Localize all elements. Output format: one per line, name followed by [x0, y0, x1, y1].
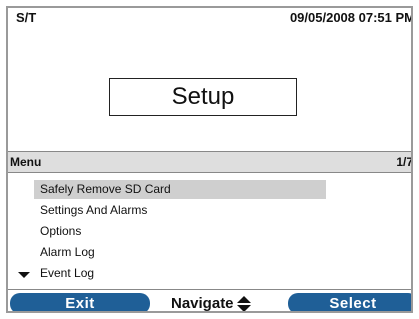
menu-label: Menu	[10, 155, 42, 169]
menu-item-event-log[interactable]: Event Log	[34, 264, 326, 283]
select-button[interactable]: Select	[288, 293, 411, 311]
menu-header: Menu 1/7	[8, 151, 411, 173]
device-screen: S/T 09/05/2008 07:51 PM Setup Menu 1/7 S…	[6, 6, 413, 313]
navigate-label: Navigate	[171, 295, 234, 312]
screen-title: Setup	[109, 78, 297, 116]
softkey-bar: Exit Navigate Select	[8, 289, 411, 312]
datetime-display: 09/05/2008 07:51 PM	[289, 10, 413, 25]
menu-item-safely-remove-sd-card[interactable]: Safely Remove SD Card	[34, 180, 326, 199]
menu-page-indicator: 1/7	[396, 155, 413, 169]
menu-item-settings-and-alarms[interactable]: Settings And Alarms	[34, 201, 326, 220]
exit-button[interactable]: Exit	[10, 293, 150, 311]
menu-item-alarm-log[interactable]: Alarm Log	[34, 243, 326, 262]
status-bar: S/T 09/05/2008 07:51 PM	[8, 8, 411, 28]
down-arrow-icon	[18, 272, 30, 278]
up-down-arrows-icon	[236, 296, 251, 311]
menu-item-options[interactable]: Options	[34, 222, 326, 241]
mode-indicator: S/T	[16, 10, 37, 25]
navigate-button[interactable]: Navigate	[171, 293, 251, 312]
